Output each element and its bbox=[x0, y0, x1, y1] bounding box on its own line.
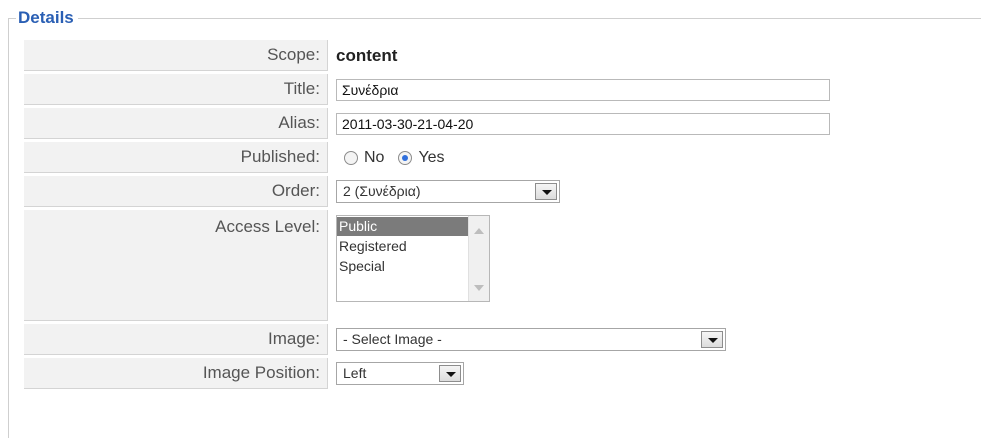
image-position-selected-value: Left bbox=[343, 365, 367, 381]
image-position-select[interactable]: Left bbox=[336, 362, 464, 385]
image-position-dropdown-icon[interactable] bbox=[439, 365, 461, 382]
image-position-row: Image Position: Left bbox=[24, 358, 830, 389]
access-level-label: Access Level: bbox=[24, 210, 328, 321]
access-option-registered[interactable]: Registered bbox=[337, 237, 489, 256]
image-selected-value: - Select Image - bbox=[343, 331, 442, 347]
scope-row: Scope: content bbox=[24, 40, 830, 71]
published-row: Published: No Yes bbox=[24, 142, 830, 173]
access-level-listbox[interactable]: Public Registered Special bbox=[336, 215, 490, 302]
image-dropdown-icon[interactable] bbox=[701, 331, 723, 348]
alias-input[interactable] bbox=[336, 112, 830, 135]
image-label: Image: bbox=[24, 324, 328, 355]
published-radio-group: No Yes bbox=[336, 149, 830, 167]
order-label: Order: bbox=[24, 176, 328, 207]
published-label: Published: bbox=[24, 142, 328, 173]
alias-row: Alias: bbox=[24, 108, 830, 139]
alias-label: Alias: bbox=[24, 108, 328, 139]
access-option-public[interactable]: Public bbox=[337, 217, 489, 236]
scope-label: Scope: bbox=[24, 40, 328, 71]
access-level-scrollbar[interactable] bbox=[468, 216, 489, 301]
scope-value: content bbox=[336, 45, 398, 65]
order-dropdown-icon[interactable] bbox=[535, 183, 557, 200]
title-input[interactable] bbox=[336, 78, 830, 101]
access-level-row: Access Level: Public Registered Special bbox=[24, 210, 830, 321]
details-legend: Details bbox=[16, 8, 78, 28]
title-label: Title: bbox=[24, 74, 328, 105]
order-select[interactable]: 2 (Συνέδρια) bbox=[336, 180, 560, 203]
published-no-radio[interactable] bbox=[344, 150, 358, 165]
order-row: Order: 2 (Συνέδρια) bbox=[24, 176, 830, 207]
image-select[interactable]: - Select Image - bbox=[336, 328, 726, 351]
access-option-special[interactable]: Special bbox=[337, 257, 489, 276]
scroll-up-icon[interactable] bbox=[474, 228, 484, 234]
order-selected-value: 2 (Συνέδρια) bbox=[343, 183, 421, 199]
details-form-table: Scope: content Title: Alias: Published: … bbox=[24, 37, 830, 392]
published-yes-label: Yes bbox=[418, 148, 445, 166]
image-position-label: Image Position: bbox=[24, 358, 328, 389]
scroll-down-icon[interactable] bbox=[474, 285, 484, 291]
image-row: Image: - Select Image - bbox=[24, 324, 830, 355]
published-yes-radio[interactable] bbox=[398, 150, 413, 165]
title-row: Title: bbox=[24, 74, 830, 105]
published-no-label: No bbox=[364, 148, 385, 166]
